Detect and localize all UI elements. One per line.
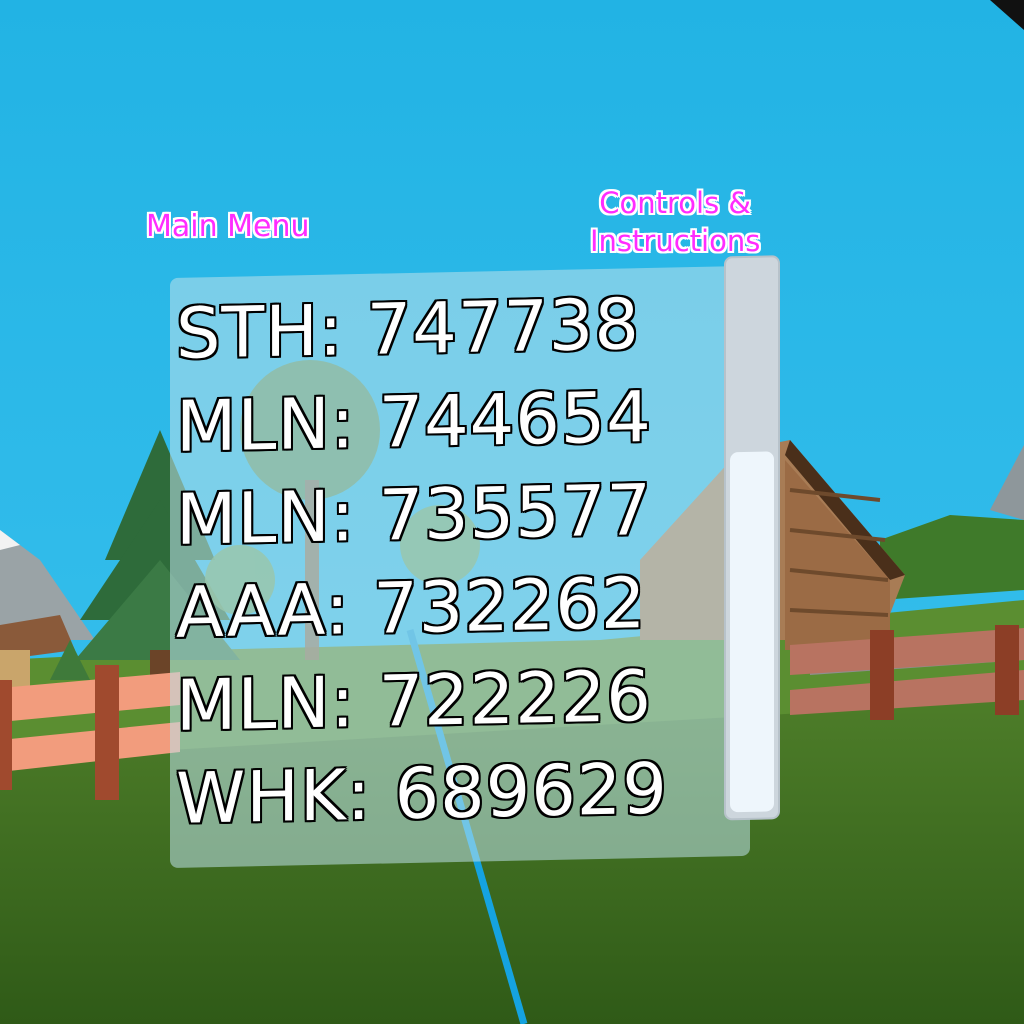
leaderboard-list: STH: 747738 MLN: 744654 MLN: 735577 AAA:… bbox=[176, 275, 776, 846]
leaderboard-entry: MLN: 735577 bbox=[176, 468, 652, 561]
leaderboard-entry: STH: 747738 bbox=[176, 283, 640, 375]
leaderboard-panel[interactable]: STH: 747738 MLN: 744654 MLN: 735577 AAA:… bbox=[170, 254, 818, 869]
leaderboard-entry: AAA: 732262 bbox=[176, 562, 647, 654]
leaderboard-entry: MLN: 744654 bbox=[176, 375, 652, 468]
controls-instructions-button[interactable]: Controls & Instructions bbox=[590, 184, 760, 260]
scrollbar-handle[interactable] bbox=[730, 451, 774, 813]
controls-label-line2: Instructions bbox=[590, 224, 761, 258]
leaderboard-entry: WHK: 689629 bbox=[176, 747, 668, 840]
leaderboard-entry: MLN: 722226 bbox=[176, 654, 652, 747]
controls-label-line1: Controls & bbox=[599, 186, 752, 220]
main-menu-button[interactable]: Main Menu bbox=[146, 208, 310, 246]
leaderboard-scrollbar[interactable] bbox=[724, 255, 780, 821]
